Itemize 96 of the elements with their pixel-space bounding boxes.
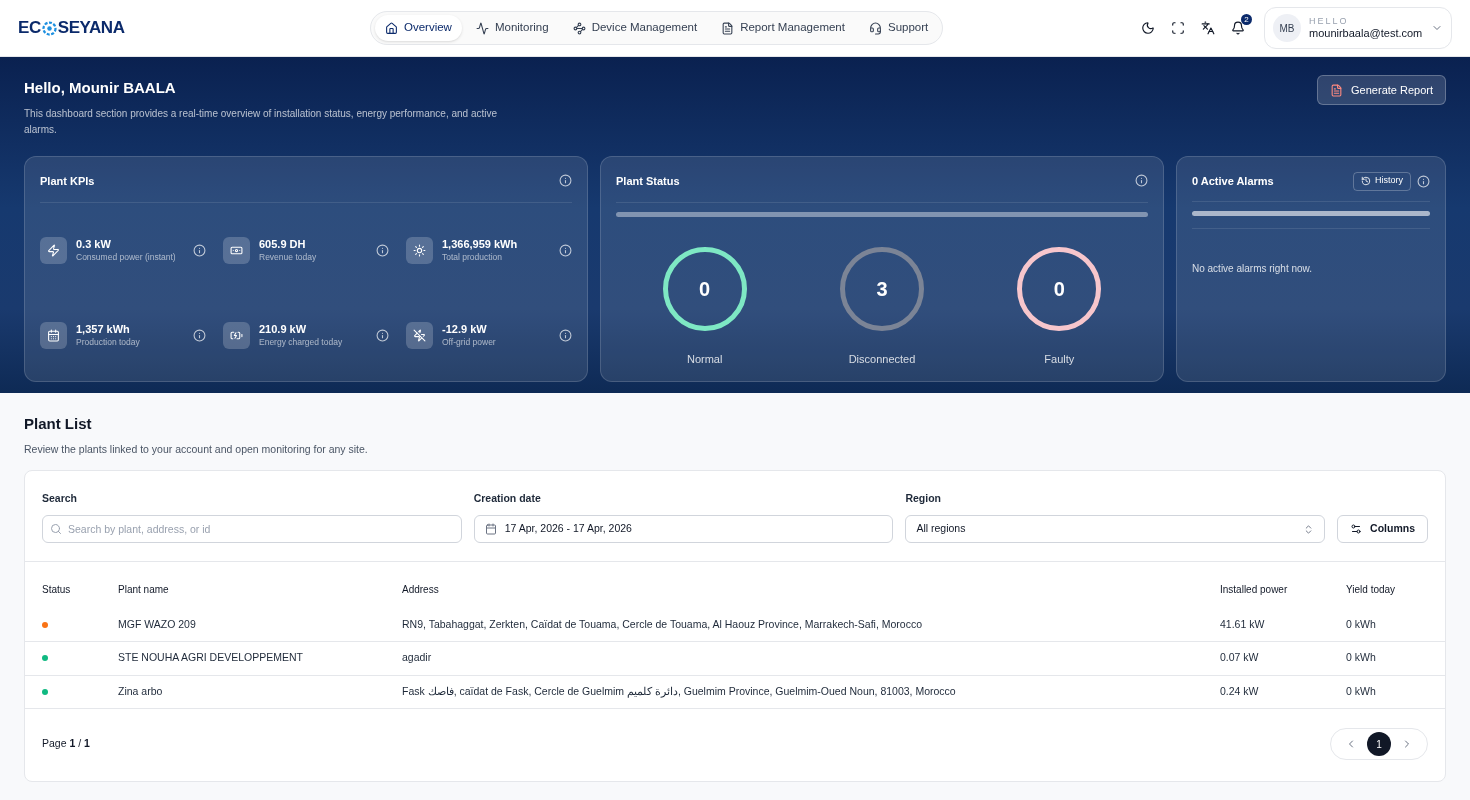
banknote-icon <box>223 237 250 264</box>
fullscreen-icon <box>1171 21 1185 35</box>
table-cell: 0.24 kW <box>1220 684 1259 697</box>
history-icon <box>1361 176 1371 186</box>
kpi-value: 1,366,959 kWh <box>442 238 518 253</box>
page-indicator: Page 1 / 1 <box>42 736 90 752</box>
kpi-value: 605.9 DH <box>259 238 307 253</box>
info-icon[interactable] <box>376 329 389 342</box>
headset-icon <box>868 21 882 35</box>
table-cell: 0 kWh <box>1346 617 1376 630</box>
nav-tab[interactable]: Device Management <box>562 15 708 41</box>
plant-name[interactable]: STE NOUHA AGRI DEVELOPPEMENT <box>118 651 303 664</box>
table-cell: agadir <box>402 651 432 664</box>
column-header: Plant name <box>118 583 169 595</box>
nav-tab[interactable]: Support <box>858 15 939 41</box>
search-icon <box>50 523 62 535</box>
search-field[interactable]: Search by plant, address, or id <box>42 515 462 543</box>
field-label: Creation date <box>473 491 542 507</box>
kpi-label: Revenue today <box>259 252 317 263</box>
user-greeting: HELLO <box>1309 15 1350 27</box>
status-count: 3 <box>876 277 888 302</box>
status-label: Normal <box>686 352 723 367</box>
card-title: Plant Status <box>616 173 680 189</box>
lightning-icon <box>40 237 67 264</box>
calendar-icon <box>40 322 67 349</box>
info-icon[interactable] <box>1135 174 1148 188</box>
info-icon[interactable] <box>559 329 572 342</box>
notification-count: 2 <box>1241 14 1252 25</box>
section-title: Plant List <box>24 414 93 434</box>
region-select[interactable]: All regions <box>905 515 1326 543</box>
translate-icon <box>1201 21 1215 35</box>
section-description: Review the plants linked to your account and open monitoring for any site. <box>24 441 369 457</box>
nav-tab[interactable]: Monitoring <box>465 15 559 41</box>
lightning-off-icon <box>406 322 433 349</box>
pdf-icon <box>1330 83 1344 97</box>
hero-description: This dashboard section provides a real-time overview of installation status, energy performance, and active alarms. <box>24 106 499 137</box>
column-header: Yield today <box>1346 583 1396 595</box>
empty-message: No active alarms right now. <box>1192 262 1313 274</box>
sliders-icon <box>1350 523 1363 535</box>
kpi-label: Total production <box>442 252 503 263</box>
table-cell: Fask فاصك, caïdat de Fask, Cercle de Guelmim دائرة كلميم, Guelmim Province, Guelmim-Oued Noun, 81003, Morocco <box>402 684 956 697</box>
info-icon[interactable] <box>193 329 206 342</box>
info-icon[interactable] <box>376 244 389 257</box>
calendar-icon <box>484 523 497 535</box>
status-label: Disconnected <box>848 352 916 367</box>
table-cell: 0 kWh <box>1346 651 1376 664</box>
status-count: 0 <box>699 277 711 302</box>
table-cell: 0.07 kW <box>1220 651 1259 664</box>
kpi-value: 1,357 kWh <box>76 323 131 338</box>
plant-name[interactable]: Zina arbo <box>118 684 163 697</box>
activity-icon <box>475 21 489 35</box>
field-label: Search <box>42 491 79 507</box>
table-cell: 41.61 kW <box>1220 617 1265 630</box>
columns-button[interactable]: Columns <box>1337 515 1428 543</box>
user-email: mounirbaala@test.com <box>1309 26 1423 41</box>
info-icon[interactable] <box>193 244 206 257</box>
status-count: 0 <box>1053 277 1065 302</box>
card-title: Plant KPIs <box>40 173 95 189</box>
info-icon[interactable] <box>559 244 572 257</box>
house-icon <box>385 21 398 35</box>
avatar: MB <box>1273 14 1301 42</box>
status-label: Faulty <box>1044 352 1075 367</box>
column-header: Address <box>402 583 439 595</box>
table-cell: 0 kWh <box>1346 684 1376 697</box>
nav-tab[interactable]: Overview <box>375 15 462 41</box>
document-icon <box>721 21 735 35</box>
column-header: Installed power <box>1220 583 1288 595</box>
greeting-title: Hello, Mounir BAALA <box>24 78 177 98</box>
kpi-value: 0.3 kW <box>76 238 112 253</box>
table-cell: RN9, Tabahaggat, Zerkten, Caïdat de Touama, Cercle de Touama, Al Haouz Province, Marrakech-Safi, Morocco <box>402 617 923 630</box>
moon-icon <box>1141 21 1155 35</box>
page-button[interactable]: 1 <box>1367 732 1391 756</box>
info-icon[interactable] <box>559 174 572 188</box>
waypoints-icon <box>572 21 586 35</box>
column-header: Status <box>42 583 71 595</box>
info-icon[interactable] <box>1417 174 1430 188</box>
date-range-field[interactable]: 17 Apr, 2026 - 17 Apr, 2026 <box>473 515 894 543</box>
notification-button[interactable]: 2 <box>1226 16 1250 40</box>
nav-tab[interactable]: Report Management <box>711 15 855 41</box>
sun-icon <box>406 237 433 264</box>
battery-charging-icon <box>223 322 250 349</box>
field-label: Region <box>905 491 942 507</box>
kpi-label: Consumed power (instant) <box>76 252 176 263</box>
gear-icon <box>41 20 57 36</box>
history-button[interactable]: History <box>1353 171 1411 191</box>
user-menu[interactable]: MB HELLO mounirbaala@test.com <box>1264 7 1452 49</box>
logo[interactable]: EC SEYANA <box>18 15 370 41</box>
generate-report-button[interactable]: Generate Report <box>1317 75 1446 105</box>
bell-icon <box>1231 21 1245 35</box>
kpi-label: Production today <box>76 337 140 348</box>
kpi-value: -12.9 kW <box>442 323 488 338</box>
kpi-value: 210.9 kW <box>259 323 308 338</box>
card-title: 0 Active Alarms <box>1192 173 1274 189</box>
plant-name[interactable]: MGF WAZO 209 <box>118 617 196 630</box>
kpi-label: Off-grid power <box>442 337 496 348</box>
kpi-label: Energy charged today <box>259 337 343 348</box>
